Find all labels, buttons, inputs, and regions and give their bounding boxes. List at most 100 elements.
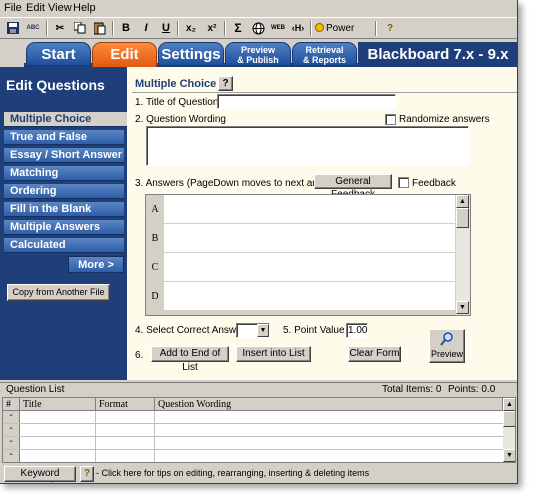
answer-letter: C: [151, 262, 159, 273]
subscript-icon[interactable]: x₂: [182, 20, 200, 37]
tab-preview-line2: & Publish: [237, 55, 279, 65]
scroll-thumb[interactable]: [503, 411, 515, 427]
menu-file[interactable]: File: [4, 2, 22, 14]
copy-from-file-button[interactable]: Copy from Another File: [7, 284, 110, 301]
underline-icon[interactable]: U: [157, 20, 175, 37]
title-label: 1. Title of Question: [135, 97, 219, 108]
answer-letter: D: [151, 291, 159, 302]
table-cell: [20, 450, 96, 462]
answer-input-d[interactable]: [164, 282, 455, 310]
copy-icon[interactable]: [71, 20, 89, 37]
step-6-label: 6.: [135, 350, 144, 361]
paste-icon[interactable]: [91, 20, 109, 37]
row-marker: -: [3, 424, 20, 436]
correct-answer-select[interactable]: ▼: [236, 323, 270, 338]
tab-settings-label: Settings: [161, 46, 221, 63]
insert-into-list-button[interactable]: Insert into List: [236, 346, 311, 362]
tab-edit[interactable]: Edit: [92, 42, 157, 68]
answer-row-b: B: [146, 224, 455, 253]
toolbar-separator: [46, 21, 48, 36]
spellcheck-icon[interactable]: ABC: [24, 20, 42, 37]
tab-retrieval-reports[interactable]: Retrieval & Reports: [292, 42, 357, 66]
table-row[interactable]: -: [3, 450, 503, 462]
superscript-icon[interactable]: x²: [203, 20, 221, 37]
table-row[interactable]: -: [3, 437, 503, 450]
general-feedback-button[interactable]: General Feedback: [314, 174, 392, 200]
row-marker: -: [3, 411, 20, 423]
menu-help[interactable]: Help: [73, 2, 96, 14]
code-icon[interactable]: ‹H›: [289, 20, 307, 37]
status-bar: Keyword Search ? - Click here for tips o…: [0, 465, 517, 483]
scroll-up-icon[interactable]: ▲: [503, 398, 515, 411]
bold-icon[interactable]: B: [117, 20, 135, 37]
answers-label: 3. Answers (PageDown moves to next answe…: [135, 178, 343, 189]
toolbar-separator: [310, 21, 312, 36]
table-row[interactable]: -: [3, 424, 503, 437]
globe-icon[interactable]: [249, 20, 267, 37]
point-value-label: 5. Point Value: [283, 325, 345, 336]
randomize-checkbox[interactable]: [385, 114, 396, 125]
column-format[interactable]: Format: [96, 398, 155, 411]
form-help-button[interactable]: ?: [218, 76, 233, 91]
more-button[interactable]: More >: [68, 256, 124, 273]
brand-title: Blackboard 7.x - 9.x: [358, 42, 517, 67]
cut-icon[interactable]: ✂: [51, 20, 69, 37]
tab-settings[interactable]: Settings: [158, 42, 224, 66]
question-wording-input[interactable]: [146, 126, 469, 166]
tips-help-button[interactable]: ?: [80, 466, 94, 482]
sidebar-item-fill-blank[interactable]: Fill in the Blank: [4, 202, 124, 217]
column-title[interactable]: Title: [20, 398, 96, 411]
title-input[interactable]: [217, 94, 396, 109]
answer-input-b[interactable]: [164, 224, 455, 252]
sidebar-item-multiple-choice[interactable]: Multiple Choice: [4, 112, 127, 127]
tab-start[interactable]: Start: [26, 42, 91, 66]
sidebar-item-true-false[interactable]: True and False: [4, 130, 124, 145]
point-value-input[interactable]: 1.00: [346, 323, 368, 338]
wording-label: 2. Question Wording: [135, 114, 226, 125]
table-row[interactable]: -: [3, 411, 503, 424]
answers-grid: A B C D ▲ ▼: [145, 194, 471, 316]
scroll-up-icon[interactable]: ▲: [456, 195, 469, 208]
feedback-checkbox[interactable]: [398, 177, 409, 188]
add-to-end-button[interactable]: Add to End of List: [151, 346, 229, 373]
sidebar-item-essay[interactable]: Essay / Short Answer: [4, 148, 124, 163]
sidebar-item-ordering[interactable]: Ordering: [4, 184, 124, 199]
column-question-wording[interactable]: Question Wording: [155, 398, 503, 411]
edit-form: Multiple Choice ? 1. Title of Question 2…: [127, 67, 517, 380]
answer-input-a[interactable]: [164, 195, 455, 223]
answer-row-a: A: [146, 195, 455, 224]
menu-view[interactable]: View: [48, 2, 72, 14]
toolbar-separator: [224, 21, 226, 36]
web-icon[interactable]: WEB: [269, 20, 287, 37]
answer-row-d: D: [146, 282, 455, 311]
toolbar-separator: [177, 21, 179, 36]
keyword-search-button[interactable]: Keyword Search: [4, 466, 76, 483]
power-edit-button[interactable]: Power Edit: [315, 20, 373, 51]
italic-icon[interactable]: I: [137, 20, 155, 37]
magnifier-icon: [440, 332, 453, 346]
tab-preview-publish[interactable]: Preview & Publish: [225, 42, 291, 66]
clear-form-button[interactable]: Clear Form: [348, 346, 401, 362]
sidebar-title: Edit Questions: [6, 77, 105, 93]
save-icon[interactable]: [4, 20, 22, 37]
table-cell: [20, 411, 96, 423]
answer-input-c[interactable]: [164, 253, 455, 281]
tab-retrieval-line2: & Reports: [302, 55, 346, 65]
list-scrollbar[interactable]: ▲ ▼: [503, 398, 515, 462]
menu-edit[interactable]: Edit: [26, 2, 45, 14]
tips-text[interactable]: - Click here for tips on editing, rearra…: [96, 468, 369, 478]
preview-button[interactable]: Preview: [429, 329, 465, 363]
scroll-thumb[interactable]: [456, 208, 469, 228]
scroll-down-icon[interactable]: ▼: [503, 449, 515, 462]
sidebar-item-multiple-answers[interactable]: Multiple Answers: [4, 220, 124, 235]
help-icon[interactable]: ?: [381, 20, 399, 37]
scroll-down-icon[interactable]: ▼: [456, 301, 469, 314]
sidebar-item-matching[interactable]: Matching: [4, 166, 124, 181]
chevron-down-icon[interactable]: ▼: [257, 324, 269, 337]
sigma-icon[interactable]: Σ: [229, 20, 247, 37]
row-marker: -: [3, 450, 20, 462]
sidebar-item-calculated[interactable]: Calculated: [4, 238, 124, 253]
question-list-grid: # Title Format Question Wording - - - - …: [2, 397, 516, 463]
answers-scrollbar[interactable]: ▲ ▼: [456, 195, 470, 315]
app-window: File Edit View Help ABC ✂ B I U x₂ x² Σ …: [0, 0, 518, 484]
